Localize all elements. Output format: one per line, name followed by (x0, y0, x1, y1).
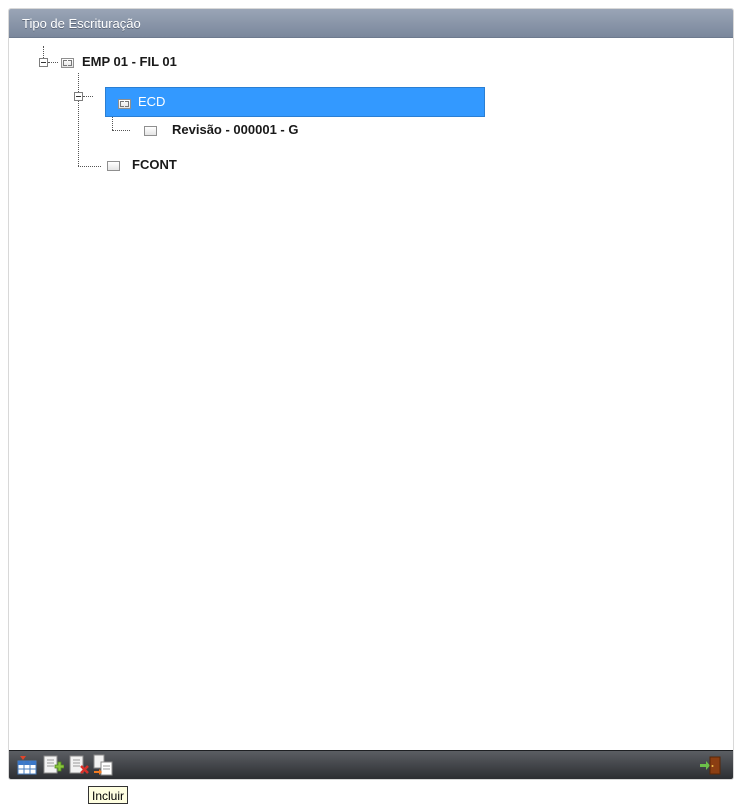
leaf-node-icon (107, 161, 120, 171)
escrituracao-panel: Tipo de Escrituração EMP 01 - FIL 01 ECD… (8, 8, 734, 780)
tree-node-fcont[interactable]: FCONT (132, 157, 177, 172)
grid-icon[interactable] (16, 754, 38, 776)
add-document-icon[interactable] (42, 754, 64, 776)
exit-door-icon[interactable] (699, 754, 721, 776)
tree-connector (48, 62, 58, 63)
tree-node-ecd-row[interactable]: ECD (105, 87, 485, 117)
folder-expanded-icon (118, 99, 131, 109)
copy-document-icon[interactable] (92, 754, 114, 776)
tree-node-emp01[interactable]: EMP 01 - FIL 01 (82, 54, 177, 69)
folder-expanded-icon (61, 58, 74, 68)
escrituracao-tree: EMP 01 - FIL 01 ECD Revisão - 000001 - G… (9, 38, 733, 749)
leaf-node-icon (144, 126, 157, 136)
collapse-toggle-emp01[interactable] (39, 58, 48, 67)
tree-connector (78, 166, 101, 167)
tree-connector (112, 130, 130, 131)
panel-header: Tipo de Escrituração (9, 9, 733, 38)
panel-title: Tipo de Escrituração (22, 16, 141, 31)
tree-connector (43, 46, 44, 58)
tooltip: Incluir (88, 786, 129, 804)
bottom-toolbar (9, 750, 733, 779)
tree-connector (78, 73, 79, 166)
collapse-toggle-ecd[interactable] (74, 92, 83, 101)
tree-node-revisao[interactable]: Revisão - 000001 - G (172, 122, 298, 137)
delete-document-icon[interactable] (68, 754, 90, 776)
tree-connector (83, 96, 93, 97)
tree-node-ecd[interactable]: ECD (138, 94, 165, 109)
